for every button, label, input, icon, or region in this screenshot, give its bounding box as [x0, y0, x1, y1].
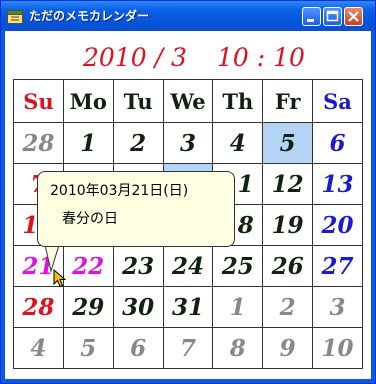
tooltip-note: 春分の日	[62, 211, 118, 227]
day-cell[interactable]: 5	[62, 327, 114, 369]
day-cell[interactable]: 25	[212, 245, 264, 287]
day-cell[interactable]: 10	[312, 327, 363, 369]
weekday-we: We	[162, 79, 214, 123]
day-cell[interactable]: 8	[212, 327, 264, 369]
week-row: 28 29 30 31 1 2 3	[13, 286, 363, 328]
day-cell[interactable]: 27	[312, 245, 363, 287]
day-cell[interactable]: 19	[262, 204, 314, 246]
day-cell[interactable]: 28	[13, 122, 64, 164]
day-cell[interactable]: 31	[162, 286, 214, 328]
app-window: ただのメモカレンダー 2010 / 3 10 : 10 Su Mo Tu We …	[0, 0, 376, 384]
minimize-button[interactable]	[302, 7, 321, 26]
day-tooltip: 2010年03月21日(日) 春分の日	[37, 171, 235, 247]
day-cell[interactable]: 2	[112, 122, 164, 164]
close-button[interactable]	[344, 7, 363, 26]
close-icon	[348, 11, 359, 22]
weekday-fr: Fr	[262, 79, 314, 123]
mouse-cursor-icon	[53, 269, 67, 288]
day-cell[interactable]: 1	[212, 286, 264, 328]
day-cell[interactable]: 4	[212, 122, 264, 164]
tooltip-date: 2010年03月21日(日)	[50, 183, 189, 199]
day-cell[interactable]: 6	[112, 327, 164, 369]
day-cell[interactable]: 3	[312, 286, 363, 328]
window-title: ただのメモカレンダー	[29, 9, 150, 23]
day-cell[interactable]: 9	[262, 327, 314, 369]
maximize-button[interactable]	[323, 7, 342, 26]
week-row: 4 5 6 7 8 9 10	[13, 327, 363, 369]
title-bar[interactable]: ただのメモカレンダー	[1, 1, 375, 31]
day-cell[interactable]: 23	[112, 245, 164, 287]
weekday-su: Su	[13, 79, 64, 123]
day-cell[interactable]: 20	[312, 204, 363, 246]
day-cell[interactable]: 24	[162, 245, 214, 287]
weekday-header-row: Su Mo Tu We Th Fr Sa	[13, 79, 363, 123]
weekday-tu: Tu	[112, 79, 164, 123]
weekday-th: Th	[212, 79, 264, 123]
calendar-app-icon	[7, 9, 23, 24]
day-cell[interactable]: 13	[312, 163, 363, 205]
day-cell[interactable]: 4	[13, 327, 64, 369]
day-cell[interactable]: 22	[62, 245, 114, 287]
day-cell[interactable]: 6	[312, 122, 363, 164]
day-cell[interactable]: 1	[62, 122, 114, 164]
day-cell[interactable]: 12	[262, 163, 314, 205]
week-row: 28 1 2 3 4 5 6	[13, 122, 363, 164]
day-cell[interactable]: 30	[112, 286, 164, 328]
weekday-mo: Mo	[62, 79, 114, 123]
day-cell[interactable]: 29	[62, 286, 114, 328]
day-cell[interactable]: 28	[13, 286, 64, 328]
day-cell[interactable]: 3	[162, 122, 214, 164]
clock-display: 10 : 10	[217, 43, 305, 72]
day-cell[interactable]: 7	[162, 327, 214, 369]
day-cell[interactable]: 26	[262, 245, 314, 287]
month-display: 2010 / 3	[83, 43, 187, 72]
calendar-header: 2010 / 3 10 : 10	[5, 31, 371, 79]
day-cell[interactable]: 5	[262, 122, 314, 164]
day-cell[interactable]: 2	[262, 286, 314, 328]
minimize-icon	[307, 19, 314, 22]
weekday-sa: Sa	[312, 79, 363, 123]
